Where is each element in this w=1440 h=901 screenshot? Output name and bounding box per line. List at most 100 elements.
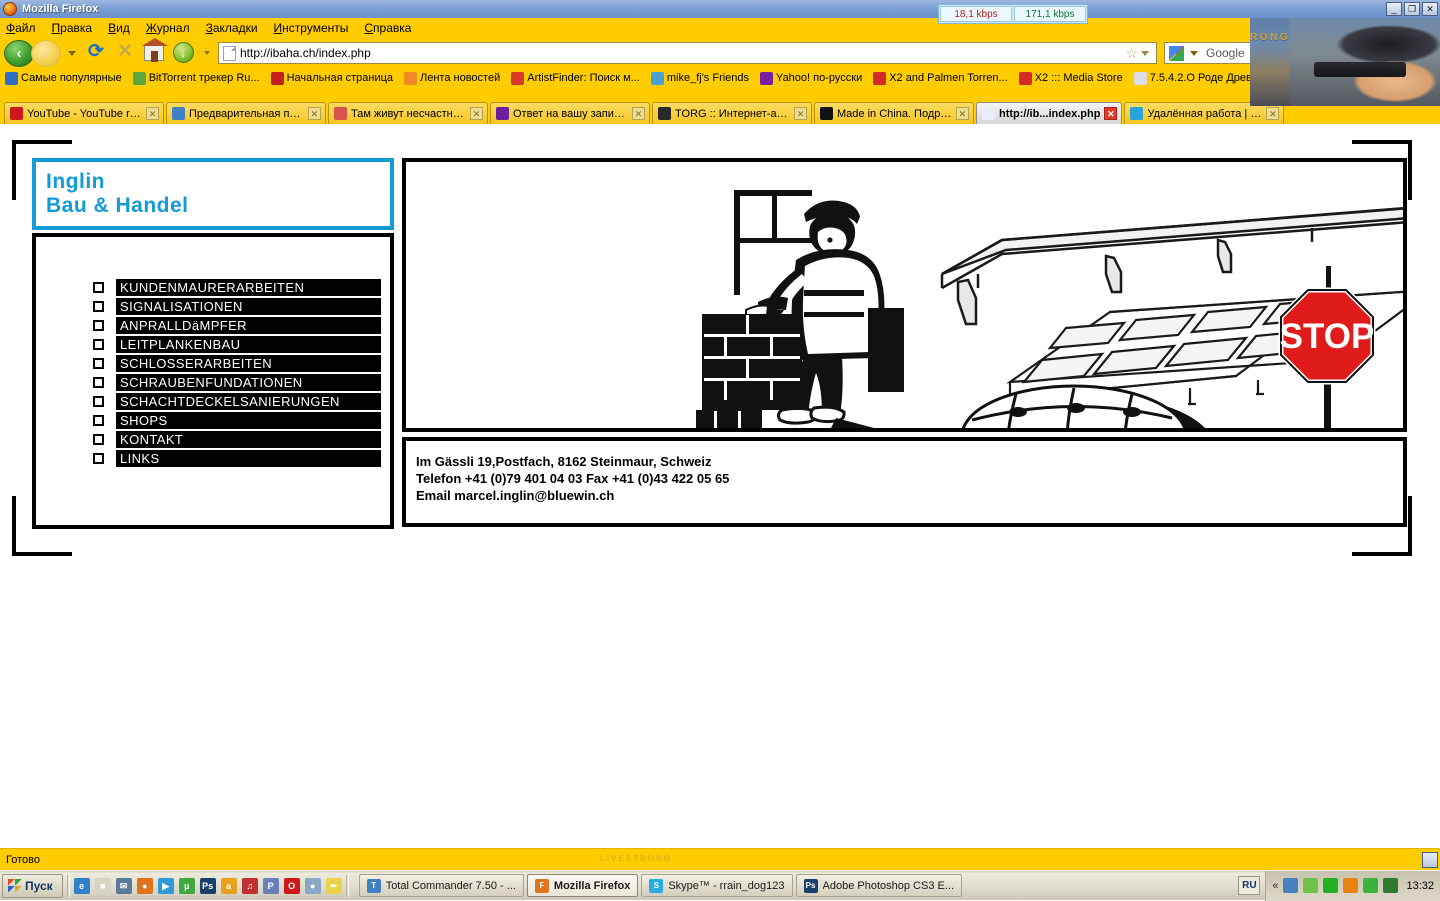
restore-button[interactable]: ❐ bbox=[1404, 2, 1420, 16]
start-button[interactable]: Пуск bbox=[2, 873, 63, 898]
language-indicator[interactable]: RU bbox=[1238, 876, 1261, 895]
internet-explorer-icon[interactable]: e bbox=[73, 877, 90, 894]
globe-icon[interactable]: ● bbox=[304, 877, 321, 894]
tab-close-icon[interactable]: ✕ bbox=[1104, 107, 1118, 120]
save-icon[interactable]: ■ bbox=[94, 877, 111, 894]
close-button[interactable]: ✕ bbox=[1422, 2, 1438, 16]
google-icon[interactable] bbox=[1169, 45, 1184, 61]
tab[interactable]: YouTube - YouTube rra... ✕ bbox=[4, 102, 164, 124]
checkbox-icon[interactable] bbox=[93, 301, 104, 312]
monitor-grid-icon[interactable] bbox=[1383, 878, 1399, 893]
checkbox-icon[interactable] bbox=[93, 396, 104, 407]
nav-item[interactable]: KUNDENMAURERARBEITEN bbox=[93, 279, 390, 296]
nav-item[interactable]: KONTAKT bbox=[93, 431, 390, 448]
tab-close-icon[interactable]: ✕ bbox=[308, 107, 321, 120]
nav-item[interactable]: SCHRAUBENFUNDATIONEN bbox=[93, 374, 390, 391]
checkbox-icon[interactable] bbox=[93, 320, 104, 331]
menu-item[interactable]: Закладки bbox=[206, 21, 258, 35]
bookmark-star-icon[interactable]: ☆ bbox=[1122, 45, 1141, 62]
minimize-button[interactable]: _ bbox=[1386, 2, 1402, 16]
nav-item[interactable]: LEITPLANKENBAU bbox=[93, 336, 390, 353]
tab-close-icon[interactable]: ✕ bbox=[794, 107, 807, 120]
clock[interactable]: 13:32 bbox=[1406, 880, 1434, 892]
menu-item[interactable]: Правка bbox=[52, 21, 93, 35]
menu-item[interactable]: Вид bbox=[108, 21, 130, 35]
mail-icon[interactable]: ✉ bbox=[115, 877, 132, 894]
bookmark-item[interactable]: X2 ::: Media Store bbox=[1018, 71, 1123, 85]
nav-item[interactable]: ANPRALLDäMPFER bbox=[93, 317, 390, 334]
firefox-icon[interactable]: ● bbox=[136, 877, 153, 894]
tab[interactable]: Там живут несчастны... ✕ bbox=[328, 102, 488, 124]
bookmark-item[interactable]: 7.5.4.2.О Роде Древ... bbox=[1133, 71, 1261, 85]
nav-item-label[interactable]: LINKS bbox=[116, 450, 381, 467]
nav-item-label[interactable]: SCHRAUBENFUNDATIONEN bbox=[116, 374, 381, 391]
downloads-button[interactable] bbox=[170, 40, 196, 66]
tab-close-icon[interactable]: ✕ bbox=[1266, 107, 1280, 120]
nav-item-label[interactable]: ANPRALLDäMPFER bbox=[116, 317, 381, 334]
contact-email[interactable]: Email marcel.inglin@bluewin.ch bbox=[416, 487, 1403, 504]
winamp-icon[interactable]: ♫ bbox=[241, 877, 258, 894]
bandwidth-meter[interactable]: 18,1 kbps 171,1 kbps bbox=[938, 4, 1088, 24]
bookmark-item[interactable]: mike_fj's Friends bbox=[650, 71, 749, 85]
back-button[interactable]: ‹ bbox=[4, 39, 34, 67]
site-logo[interactable]: Inglin Bau & Handel bbox=[32, 158, 394, 230]
tab-close-icon[interactable]: ✕ bbox=[956, 107, 969, 120]
nav-item-label[interactable]: LEITPLANKENBAU bbox=[116, 336, 381, 353]
media-player-icon[interactable]: ▶ bbox=[157, 877, 174, 894]
tab[interactable]: TORG :: Интернет-ау... ✕ bbox=[652, 102, 812, 124]
nav-item-label[interactable]: SIGNALISATIONEN bbox=[116, 298, 381, 315]
menu-item[interactable]: Журнал bbox=[146, 21, 190, 35]
menu-item[interactable]: Справка bbox=[364, 21, 411, 35]
avast-icon[interactable]: a bbox=[220, 877, 237, 894]
resize-grip[interactable] bbox=[1422, 852, 1438, 868]
tab-close-icon[interactable]: ✕ bbox=[632, 107, 645, 120]
checkbox-icon[interactable] bbox=[93, 415, 104, 426]
nav-item[interactable]: SIGNALISATIONEN bbox=[93, 298, 390, 315]
bookmark-item[interactable]: BitTorrent трекер Ru... bbox=[132, 71, 260, 85]
notepad-icon[interactable]: ✒ bbox=[325, 877, 342, 894]
nav-item-label[interactable]: KUNDENMAURERARBEITEN bbox=[116, 279, 381, 296]
reload-button[interactable]: ⟳ bbox=[83, 40, 109, 66]
nav-item-label[interactable]: SCHLOSSERARBEITEN bbox=[116, 355, 381, 372]
bookmark-item[interactable]: X2 and Palmen Torren... bbox=[873, 71, 1008, 85]
updown-arrows-icon[interactable] bbox=[1363, 878, 1379, 893]
photoshop-icon[interactable]: Ps bbox=[199, 877, 216, 894]
checkbox-icon[interactable] bbox=[93, 434, 104, 445]
nav-item-label[interactable]: SCHACHTDECKELSANIERUNGEN bbox=[116, 393, 381, 410]
toolbar-overflow-icon[interactable] bbox=[204, 51, 210, 55]
checkbox-icon[interactable] bbox=[93, 339, 104, 350]
taskbar-button[interactable]: Ps Adobe Photoshop CS3 E... bbox=[795, 874, 962, 897]
nav-item[interactable]: LINKS bbox=[93, 450, 390, 467]
nav-item[interactable]: SHOPS bbox=[93, 412, 390, 429]
nav-item-label[interactable]: SHOPS bbox=[116, 412, 381, 429]
utorrent-icon[interactable]: µ bbox=[178, 877, 195, 894]
opera-tray-icon[interactable] bbox=[1343, 878, 1359, 893]
checkbox-icon[interactable] bbox=[93, 377, 104, 388]
antivirus-shield-icon[interactable] bbox=[1303, 878, 1319, 893]
checkbox-icon[interactable] bbox=[93, 282, 104, 293]
network-icon[interactable] bbox=[1283, 878, 1299, 893]
taskbar-button[interactable]: F Mozilla Firefox bbox=[526, 874, 639, 897]
bookmark-item[interactable]: Лента новостей bbox=[404, 71, 500, 85]
tab-close-icon[interactable]: ✕ bbox=[470, 107, 483, 120]
history-dropdown-icon[interactable] bbox=[68, 50, 76, 56]
tab[interactable]: Ответ на вашу запис... ✕ bbox=[490, 102, 650, 124]
php-editor-icon[interactable]: P bbox=[262, 877, 279, 894]
search-engine-chevron-icon[interactable] bbox=[1190, 50, 1198, 56]
forward-button[interactable]: › bbox=[31, 39, 61, 67]
checkbox-icon[interactable] bbox=[93, 453, 104, 464]
stop-button[interactable]: ✕ bbox=[112, 40, 138, 66]
menu-item[interactable]: Инструменты bbox=[274, 21, 349, 35]
tab-active[interactable]: http://ib...index.php ✕ bbox=[976, 102, 1123, 124]
window-titlebar[interactable]: Mozilla Firefox _ ❐ ✕ bbox=[0, 0, 1440, 18]
bookmark-item[interactable]: Самые популярные bbox=[5, 71, 122, 85]
home-button[interactable] bbox=[141, 38, 168, 66]
bookmark-item[interactable]: ArtistFinder: Поиск м... bbox=[511, 71, 640, 85]
checkbox-icon[interactable] bbox=[93, 358, 104, 369]
bookmark-item[interactable]: Yahoo! по-русски bbox=[760, 71, 862, 85]
nav-item[interactable]: SCHACHTDECKELSANIERUNGEN bbox=[93, 393, 390, 410]
taskbar-button[interactable]: S Skype™ - rrain_dog123 bbox=[641, 874, 793, 897]
menu-item[interactable]: Файл bbox=[6, 21, 36, 35]
bookmark-item[interactable]: Начальная страница bbox=[270, 71, 393, 85]
taskbar-button[interactable]: T Total Commander 7.50 - ... bbox=[358, 874, 524, 897]
